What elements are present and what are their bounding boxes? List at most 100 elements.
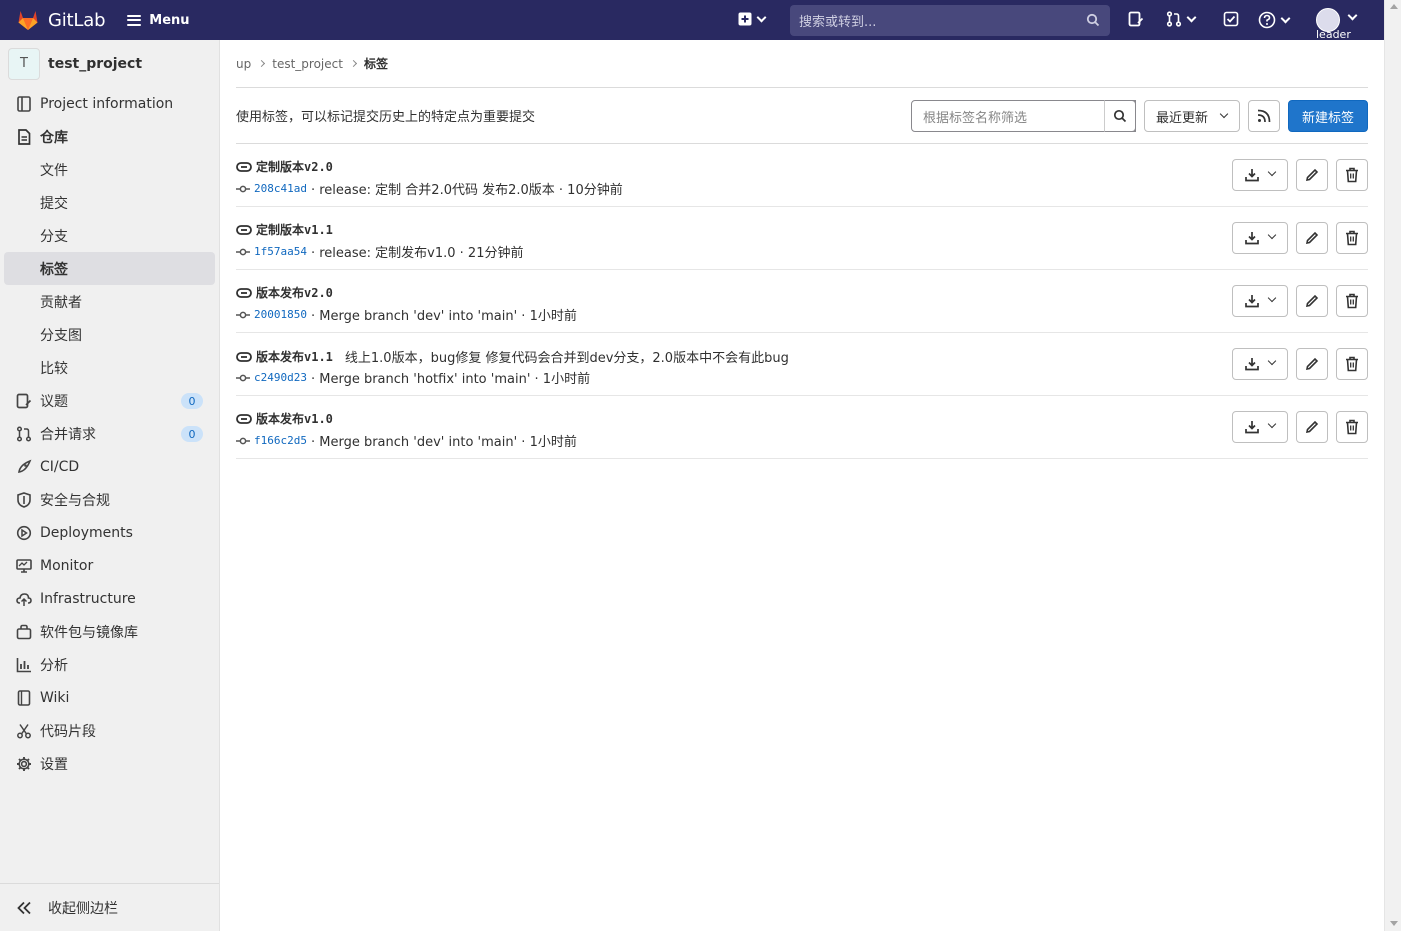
tag-actions: [1232, 411, 1368, 443]
todos-nav-button[interactable]: [1223, 11, 1239, 27]
sidebar-subitem-compare[interactable]: 比较: [0, 351, 219, 384]
sidebar: T test_project Project information 仓库 文件…: [0, 40, 220, 931]
breadcrumb-project[interactable]: test_project: [272, 57, 343, 71]
chevron-down-icon: [1267, 356, 1277, 366]
tag-row: 定制版本v1.1 1f57aa54 · release: 定制发布v1.0 · …: [236, 207, 1368, 270]
sidebar-item-deployments[interactable]: Deployments: [0, 516, 219, 549]
chevron-down-icon: [1186, 12, 1197, 22]
sidebar-item-issues[interactable]: 议题 0: [0, 384, 219, 417]
sidebar-item-snippets[interactable]: 代码片段: [0, 714, 219, 747]
tag-filter-input[interactable]: 根据标签名称筛选: [911, 100, 1136, 132]
edit-release-notes-button[interactable]: [1296, 411, 1328, 443]
pencil-icon: [1305, 420, 1319, 434]
sidebar-project-header[interactable]: T test_project: [0, 40, 219, 87]
gitlab-logo[interactable]: GitLab: [16, 8, 105, 32]
delete-tag-button[interactable]: [1336, 348, 1368, 380]
sidebar-item-project-information[interactable]: Project information: [0, 87, 219, 120]
menu-label: Menu: [149, 12, 190, 28]
sidebar-subitem-files[interactable]: 文件: [0, 153, 219, 186]
delete-tag-button[interactable]: [1336, 222, 1368, 254]
commit-icon: [236, 374, 250, 382]
tag-name[interactable]: 定制版本v2.0: [256, 158, 333, 175]
tag-actions: [1232, 159, 1368, 191]
new-tag-button[interactable]: 新建标签: [1288, 100, 1368, 132]
tag-title: 版本发布v1.0: [236, 410, 345, 427]
search-input[interactable]: 搜索或转到...: [790, 5, 1110, 36]
commit-sha-link[interactable]: 208c41ad: [254, 182, 307, 195]
commit-sha-link[interactable]: 20001850: [254, 308, 307, 321]
download-dropdown[interactable]: [1232, 348, 1288, 380]
create-new-dropdown[interactable]: [738, 12, 767, 26]
sidebar-item-label: Wiki: [40, 689, 70, 706]
sidebar-item-repository[interactable]: 仓库: [0, 120, 219, 153]
sidebar-item-label: Deployments: [40, 524, 133, 541]
sidebar-subitem-graph[interactable]: 分支图: [0, 318, 219, 351]
deployments-icon: [16, 525, 32, 541]
merge-requests-nav-button[interactable]: [1166, 11, 1197, 27]
sidebar-item-label: CI/CD: [40, 458, 80, 475]
edit-release-notes-button[interactable]: [1296, 159, 1328, 191]
download-dropdown[interactable]: [1232, 411, 1288, 443]
sidebar-subitem-branches[interactable]: 分支: [0, 219, 219, 252]
delete-tag-button[interactable]: [1336, 411, 1368, 443]
pencil-icon: [1305, 294, 1319, 308]
help-dropdown[interactable]: [1258, 11, 1291, 29]
scroll-down-icon[interactable]: [1390, 921, 1398, 926]
sidebar-item-label: 安全与合规: [40, 492, 110, 509]
edit-release-notes-button[interactable]: [1296, 348, 1328, 380]
commit-sha-link[interactable]: f166c2d5: [254, 434, 307, 447]
tag-actions: [1232, 222, 1368, 254]
sidebar-item-infrastructure[interactable]: Infrastructure: [0, 582, 219, 615]
sidebar-item-wiki[interactable]: Wiki: [0, 681, 219, 714]
sidebar-item-security[interactable]: 安全与合规: [0, 483, 219, 516]
sidebar-subitem-commits[interactable]: 提交: [0, 186, 219, 219]
menu-button[interactable]: Menu: [127, 12, 190, 28]
rss-button[interactable]: [1248, 100, 1280, 132]
sidebar-item-label: 分析: [40, 657, 68, 674]
sidebar-item-settings[interactable]: 设置: [0, 747, 219, 780]
sidebar-subitem-contributors[interactable]: 贡献者: [0, 285, 219, 318]
breadcrumb-root[interactable]: up: [236, 57, 251, 71]
tag-title: 定制版本v1.1: [236, 221, 345, 238]
gear-icon: [16, 756, 32, 772]
sidebar-item-analytics[interactable]: 分析: [0, 648, 219, 681]
trash-icon: [1346, 356, 1358, 372]
tag-filter-search-button[interactable]: [1104, 100, 1136, 132]
download-dropdown[interactable]: [1232, 222, 1288, 254]
sidebar-subitem-tags[interactable]: 标签: [4, 252, 215, 285]
tag-name[interactable]: 版本发布v2.0: [256, 284, 333, 301]
tag-row: 版本发布v2.0 20001850 · Merge branch 'dev' i…: [236, 270, 1368, 333]
tag-name[interactable]: 定制版本v1.1: [256, 221, 333, 238]
scroll-up-icon[interactable]: [1390, 4, 1398, 9]
merge-request-icon: [16, 425, 32, 442]
chevron-down-icon[interactable]: [1347, 10, 1358, 21]
tag-name[interactable]: 版本发布v1.0: [256, 410, 333, 427]
issues-nav-button[interactable]: [1128, 11, 1144, 27]
sidebar-item-merge-requests[interactable]: 合并请求 0: [0, 417, 219, 450]
sidebar-item-packages[interactable]: 软件包与镜像库: [0, 615, 219, 648]
chart-icon: [16, 657, 32, 673]
sidebar-item-label: 软件包与镜像库: [40, 624, 138, 641]
sidebar-item-label: 设置: [40, 756, 68, 773]
sidebar-item-cicd[interactable]: CI/CD: [0, 450, 219, 483]
commit-sha-link[interactable]: 1f57aa54: [254, 245, 307, 258]
breadcrumb-current[interactable]: 标签: [364, 55, 388, 72]
edit-release-notes-button[interactable]: [1296, 285, 1328, 317]
download-dropdown[interactable]: [1232, 159, 1288, 191]
collapse-sidebar-button[interactable]: 收起侧边栏: [0, 883, 219, 931]
download-icon: [1245, 358, 1259, 371]
download-icon: [1245, 295, 1259, 308]
delete-tag-button[interactable]: [1336, 285, 1368, 317]
top-navbar: GitLab Menu 搜索或转到... leader: [0, 0, 1384, 41]
sort-dropdown[interactable]: 最近更新: [1144, 100, 1240, 132]
page-scrollbar[interactable]: [1384, 0, 1401, 931]
download-dropdown[interactable]: [1232, 285, 1288, 317]
delete-tag-button[interactable]: [1336, 159, 1368, 191]
issues-icon: [1128, 11, 1144, 27]
tag-name[interactable]: 版本发布v1.1: [256, 348, 333, 365]
tag-icon: [236, 161, 252, 172]
edit-release-notes-button[interactable]: [1296, 222, 1328, 254]
trash-icon: [1346, 293, 1358, 309]
commit-sha-link[interactable]: c2490d23: [254, 371, 307, 384]
sidebar-item-monitor[interactable]: Monitor: [0, 549, 219, 582]
